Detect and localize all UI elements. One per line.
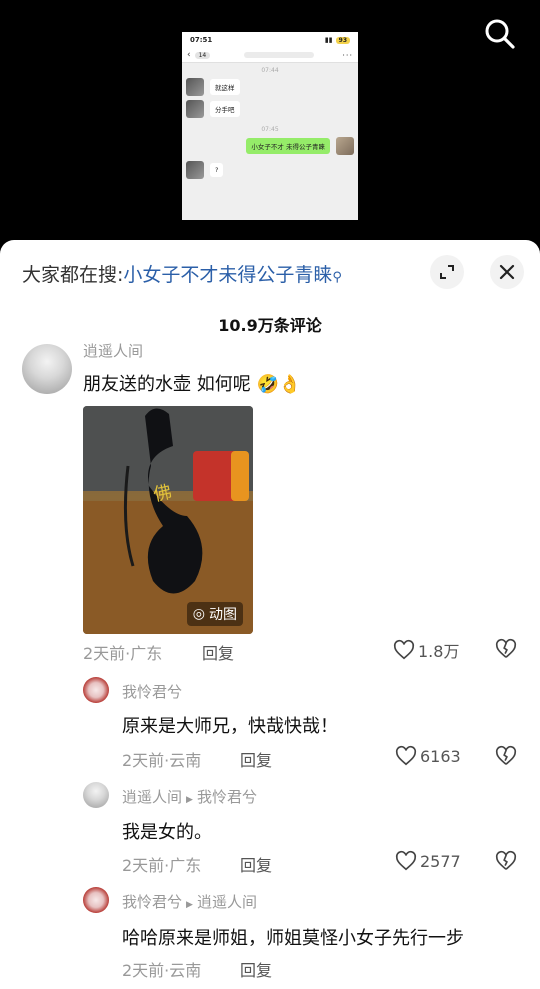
laugh-emoji-icon: 🤣👌 <box>256 374 302 395</box>
broken-heart-icon <box>495 638 517 658</box>
dislike-button[interactable] <box>495 850 517 876</box>
trending-search-keyword[interactable]: 小女子不才未得公子青睐 <box>123 264 332 286</box>
comment-text: 我是女的。 <box>122 822 212 843</box>
dislike-button[interactable] <box>495 745 517 771</box>
reply-to-author[interactable]: 我怜君兮 <box>197 788 257 806</box>
broken-heart-icon <box>495 850 517 870</box>
dislike-button[interactable] <box>495 638 517 664</box>
like-count: 6163 <box>420 746 461 766</box>
chat-nav-bar: ‹ 14 ··· <box>182 48 358 63</box>
comment-text-body: 朋友送的水壶 如何呢 <box>83 374 251 395</box>
comment-author[interactable]: 我怜君兮 <box>122 681 182 702</box>
avatar[interactable] <box>83 887 109 913</box>
contact-avatar <box>186 78 204 96</box>
chat-status-time: 07:51 <box>190 36 213 44</box>
like-button[interactable]: 2577 <box>395 850 461 872</box>
chat-screenshot: 07:51 ▮▮ 93 ‹ 14 ··· 07:44 就这样 分手吧 07:45… <box>182 32 358 220</box>
gif-badge-label: 动图 <box>209 607 237 623</box>
contact-avatar <box>186 100 204 118</box>
battery-badge: 93 <box>335 36 350 44</box>
heart-icon <box>395 745 417 766</box>
comment-author[interactable]: 我怜君兮 <box>122 893 182 911</box>
message-bubble-own: 小女子不才 未得公子青睐 <box>246 138 330 154</box>
reply-arrow-icon: ▶ <box>186 900 193 910</box>
search-icon <box>485 19 515 49</box>
comment-text: 朋友送的水壶 如何呢 🤣👌 <box>83 370 301 396</box>
blurred-contact-name <box>244 52 315 58</box>
close-button[interactable] <box>490 255 524 289</box>
reply-button[interactable]: 回复 <box>240 852 272 876</box>
heart-icon <box>395 850 417 871</box>
signal-icon: ▮▮ <box>324 36 333 44</box>
comment-meta: 2天前·云南 <box>122 751 202 770</box>
search-icon: ⚲ <box>332 270 342 285</box>
trending-search[interactable]: 大家都在搜:小女子不才未得公子青睐⚲ <box>22 260 342 287</box>
search-button[interactable] <box>482 16 518 52</box>
chat-message: ? <box>186 161 354 179</box>
expand-icon <box>440 265 454 279</box>
gif-icon: ◎ <box>192 606 205 622</box>
comment-meta: 2天前·广东 <box>122 856 202 875</box>
contact-avatar <box>186 161 204 179</box>
avatar[interactable] <box>83 677 109 703</box>
comment-meta: 2天前·云南 <box>122 961 202 980</box>
comment-text: 原来是大师兄，快哉快哉！ <box>122 716 338 737</box>
unread-count-badge: 14 <box>194 51 211 59</box>
comment-author[interactable]: 逍遥人间 <box>122 788 182 806</box>
avatar[interactable] <box>22 344 72 394</box>
avatar[interactable] <box>83 782 109 808</box>
expand-button[interactable] <box>430 255 464 289</box>
gourd-bottle-image: 佛 <box>83 406 253 634</box>
like-button[interactable]: 6163 <box>395 745 461 767</box>
like-button[interactable]: 1.8万 <box>393 638 459 662</box>
reply-button[interactable]: 回复 <box>240 747 272 771</box>
gif-badge: ◎ 动图 <box>186 602 243 626</box>
comment-gif-image[interactable]: 佛 ◎ 动图 <box>83 406 253 634</box>
chat-message-own: 小女子不才 未得公子青睐 <box>186 137 354 155</box>
reply-button[interactable]: 回复 <box>240 957 272 981</box>
comment-count: 10.9万条评论 <box>218 316 322 335</box>
chat-status-bar: 07:51 ▮▮ 93 <box>182 32 358 48</box>
chat-timestamp: 07:45 <box>261 126 279 133</box>
comment-author-line: 逍遥人间 ▶ 我怜君兮 <box>122 786 257 807</box>
message-bubble: 就这样 <box>210 79 240 95</box>
reply-to-author[interactable]: 逍遥人间 <box>197 893 257 911</box>
comment-text: 哈哈原来是师姐，师姐莫怪小女子先行一步 <box>122 928 464 949</box>
message-bubble: 分手吧 <box>210 101 240 117</box>
comment-author-line: 我怜君兮 ▶ 逍遥人间 <box>122 891 257 912</box>
comment-author[interactable]: 逍遥人间 <box>83 340 143 361</box>
own-avatar <box>336 137 354 155</box>
chat-message: 分手吧 <box>186 100 354 118</box>
back-arrow-icon: ‹ <box>187 50 191 60</box>
heart-icon <box>393 639 415 660</box>
reply-arrow-icon: ▶ <box>186 795 193 805</box>
trending-search-prefix: 大家都在搜: <box>22 264 124 286</box>
more-icon: ··· <box>342 50 353 60</box>
broken-heart-icon <box>495 745 517 765</box>
close-icon <box>499 264 515 280</box>
message-bubble: ? <box>210 163 224 177</box>
like-count: 1.8万 <box>418 642 460 661</box>
chat-message: 就这样 <box>186 78 354 96</box>
chat-timestamp: 07:44 <box>261 67 279 74</box>
comment-meta: 2天前·广东 <box>83 644 163 663</box>
video-area: 07:51 ▮▮ 93 ‹ 14 ··· 07:44 就这样 分手吧 07:45… <box>0 0 540 245</box>
reply-button[interactable]: 回复 <box>202 640 234 664</box>
like-count: 2577 <box>420 851 461 871</box>
comment-sheet: 大家都在搜:小女子不才未得公子青睐⚲ 10.9万条评论 逍遥人间 朋友送的水壶 … <box>0 240 540 989</box>
